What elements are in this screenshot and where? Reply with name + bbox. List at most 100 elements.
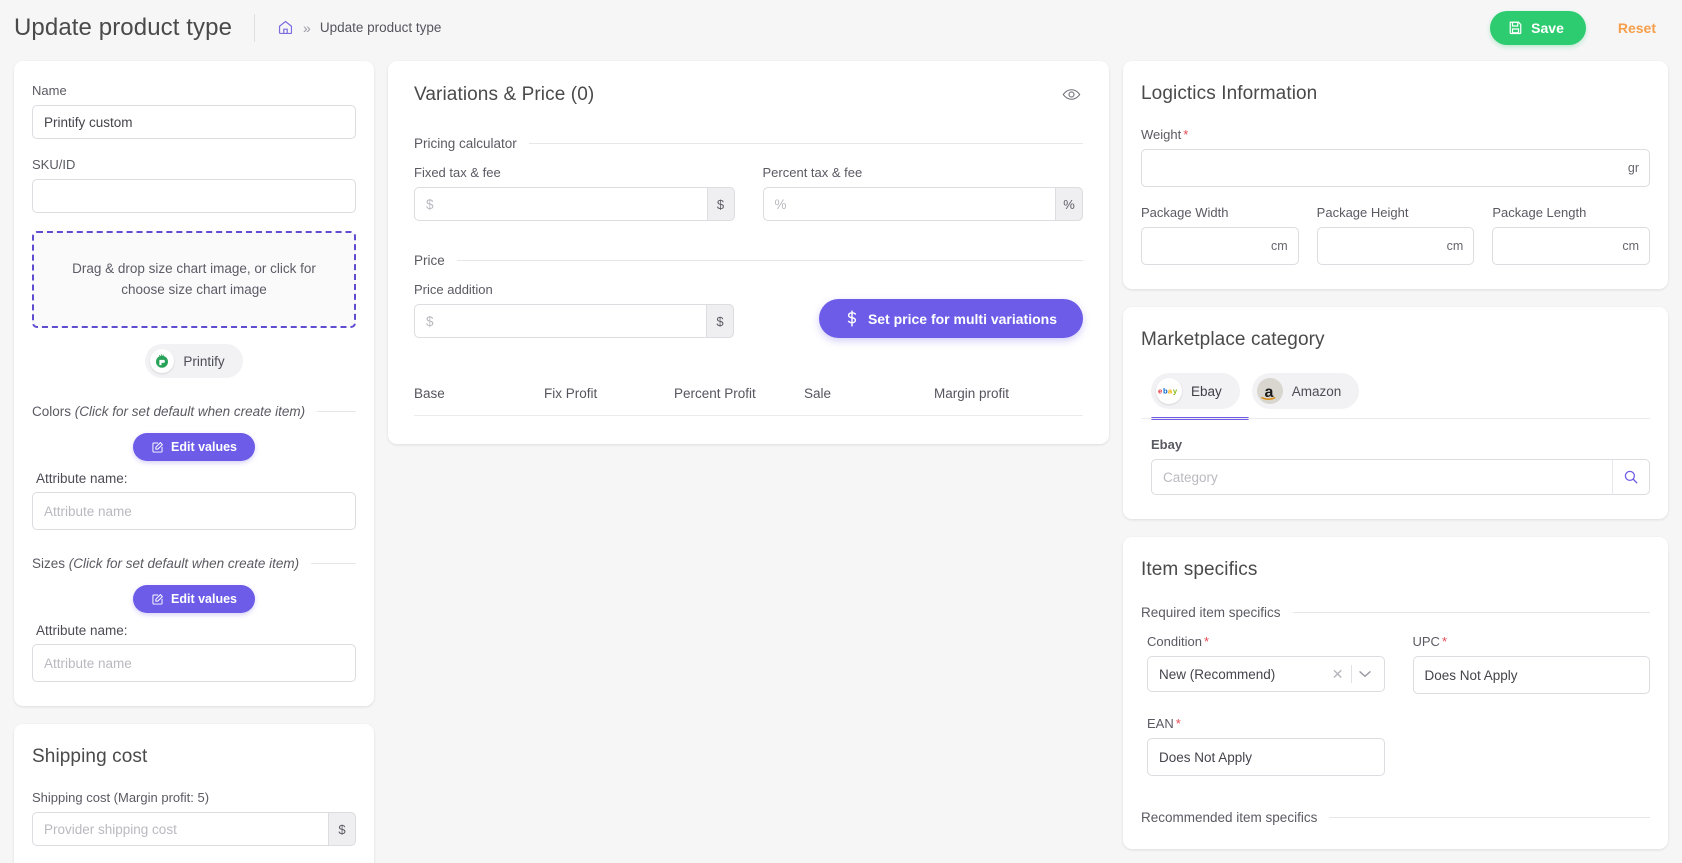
colors-section-label: Colors (Click for set default when creat… [32,404,306,419]
package-height-input-wrap: cm [1316,227,1475,265]
fixed-tax-fee-label: Fixed tax & fee [414,165,501,180]
shipping-cost-card: Shipping cost Shipping cost (Margin prof… [14,724,374,863]
pricing-calculator-rule [528,143,1083,144]
search-icon [1623,469,1639,485]
left-column: Name SKU/ID Drag & drop size chart image… [14,61,374,863]
sku-input[interactable] [32,179,356,213]
sizes-attribute-input[interactable] [32,644,356,682]
price-addition-currency-addon[interactable]: $ [706,304,734,338]
tab-ebay-label: Ebay [1191,383,1222,399]
condition-selected-value: New (Recommend) [1159,666,1276,682]
sizes-section-rule [311,563,356,564]
tab-amazon-label: Amazon [1291,383,1342,399]
shipping-cost-input[interactable] [32,812,328,846]
variations-price-card: Variations & Price (0) Pricing calculato… [388,61,1109,444]
required-item-specifics-rule [1292,612,1650,613]
condition-select[interactable]: New (Recommend) ✕ [1147,656,1385,692]
fixed-tax-fee-input-group: $ [414,187,735,221]
set-price-multi-variations-button[interactable]: Set price for multi variations [818,299,1083,338]
pricing-calculator-section-header: Pricing calculator [414,136,1083,151]
top-bar: Update product type » Update product typ… [0,0,1682,55]
reset-button[interactable]: Reset [1614,14,1660,42]
save-button[interactable]: Save [1490,10,1586,45]
right-column: Logictics Information Weight * gr Package… [1123,61,1668,863]
ean-row-spacer [1413,716,1651,776]
sizes-section-header: Sizes (Click for set default when create… [32,556,356,571]
ean-row: EAN * [1141,716,1650,776]
package-length-label: Package Length [1492,205,1587,220]
fixed-tax-fee-input[interactable] [414,187,707,221]
price-addition-input-group: $ [414,304,734,338]
sizes-attribute-group: Attribute name: [32,623,356,682]
provider-name-label: Printify [183,353,225,369]
recommended-item-specifics-rule [1329,817,1650,818]
tab-amazon[interactable]: a Amazon [1251,373,1360,409]
ebay-category-input[interactable] [1151,459,1612,495]
amazon-logo-icon: a [1256,378,1283,404]
close-x-icon[interactable]: ✕ [1325,667,1351,681]
tax-fee-row: Fixed tax & fee $ Percent tax & fee % [414,165,1083,221]
pencil-square-icon [151,593,164,606]
pricing-calculator-label: Pricing calculator [414,136,517,151]
required-item-specifics-label: Required item specifics [1141,605,1281,620]
colors-attribute-label: Attribute name: [36,471,128,486]
price-section-label: Price [414,253,445,268]
upc-group: UPC * [1412,634,1650,694]
ebay-category-group: Ebay [1141,437,1650,495]
main-layout: Name SKU/ID Drag & drop size chart image… [0,55,1682,863]
home-icon[interactable] [277,19,294,36]
ean-label: EAN * [1147,716,1181,731]
ebay-category-search-button[interactable] [1612,459,1650,495]
column-header-margin-profit: Margin profit [934,386,1010,401]
size-chart-dropzone[interactable]: Drag & drop size chart image, or click f… [32,231,356,328]
price-addition-group: Price addition $ [414,282,734,338]
variations-table: Base Fix Profit Percent Profit Sale Marg… [414,374,1083,416]
marketplace-tabs-rule [1141,418,1650,419]
colors-edit-values-button[interactable]: Edit values [133,433,255,461]
shipping-cost-title: Shipping cost [32,746,148,767]
package-length-input[interactable] [1492,227,1651,265]
ean-input[interactable] [1147,738,1385,776]
package-height-input[interactable] [1316,227,1475,265]
variations-table-header-row: Base Fix Profit Percent Profit Sale Marg… [414,374,1083,416]
chevron-down-icon[interactable] [1352,670,1378,678]
page-title: Update product type [14,13,233,41]
ean-group: EAN * [1147,716,1385,776]
provider-printify-pill[interactable]: Printify [145,344,243,378]
percent-tax-fee-percent-addon[interactable]: % [1055,187,1083,221]
save-disk-icon [1508,20,1523,35]
weight-label: Weight * [1141,127,1189,142]
marketplace-tabs: e b a y Ebay a Amazon [1151,373,1650,409]
breadcrumb: » Update product type [277,19,441,36]
toggle-visibility-button[interactable] [1060,83,1083,106]
marketplace-category-card: Marketplace category e b a y Ebay a Amaz… [1123,307,1668,519]
ebay-logo-icon: e b a y [1156,378,1182,404]
fixed-tax-fee-currency-addon[interactable]: $ [706,187,735,221]
sizes-attribute-label: Attribute name: [36,623,128,638]
fixed-tax-fee-group: Fixed tax & fee $ [414,165,735,221]
percent-tax-fee-label: Percent tax & fee [762,165,863,180]
package-width-input[interactable] [1141,227,1299,265]
price-addition-input[interactable] [414,304,706,338]
column-header-sale: Sale [804,386,832,401]
recommended-item-specifics-label: Recommended item specifics [1141,810,1318,825]
variations-price-title: Variations & Price (0) [414,83,595,105]
item-specifics-title: Item specifics [1141,559,1258,580]
package-width-input-wrap: cm [1141,227,1299,265]
package-height-label: Package Height [1316,205,1409,220]
shipping-cost-currency-addon[interactable]: $ [328,812,356,846]
upc-input[interactable] [1412,656,1650,694]
sizes-edit-values-button[interactable]: Edit values [133,585,255,613]
tab-ebay[interactable]: e b a y Ebay [1151,373,1240,409]
colors-attribute-input[interactable] [32,492,356,530]
svg-text:y: y [1173,387,1178,396]
weight-input[interactable] [1141,149,1650,187]
percent-tax-fee-group: Percent tax & fee % [762,165,1083,221]
printify-logo-icon [150,349,175,373]
sku-field-group: SKU/ID [32,157,356,213]
name-input[interactable] [32,105,356,139]
breadcrumb-current[interactable]: Update product type [320,20,442,35]
package-height-group: Package Height cm [1316,205,1475,265]
percent-tax-fee-input[interactable] [762,187,1055,221]
svg-text:a: a [1168,387,1173,396]
